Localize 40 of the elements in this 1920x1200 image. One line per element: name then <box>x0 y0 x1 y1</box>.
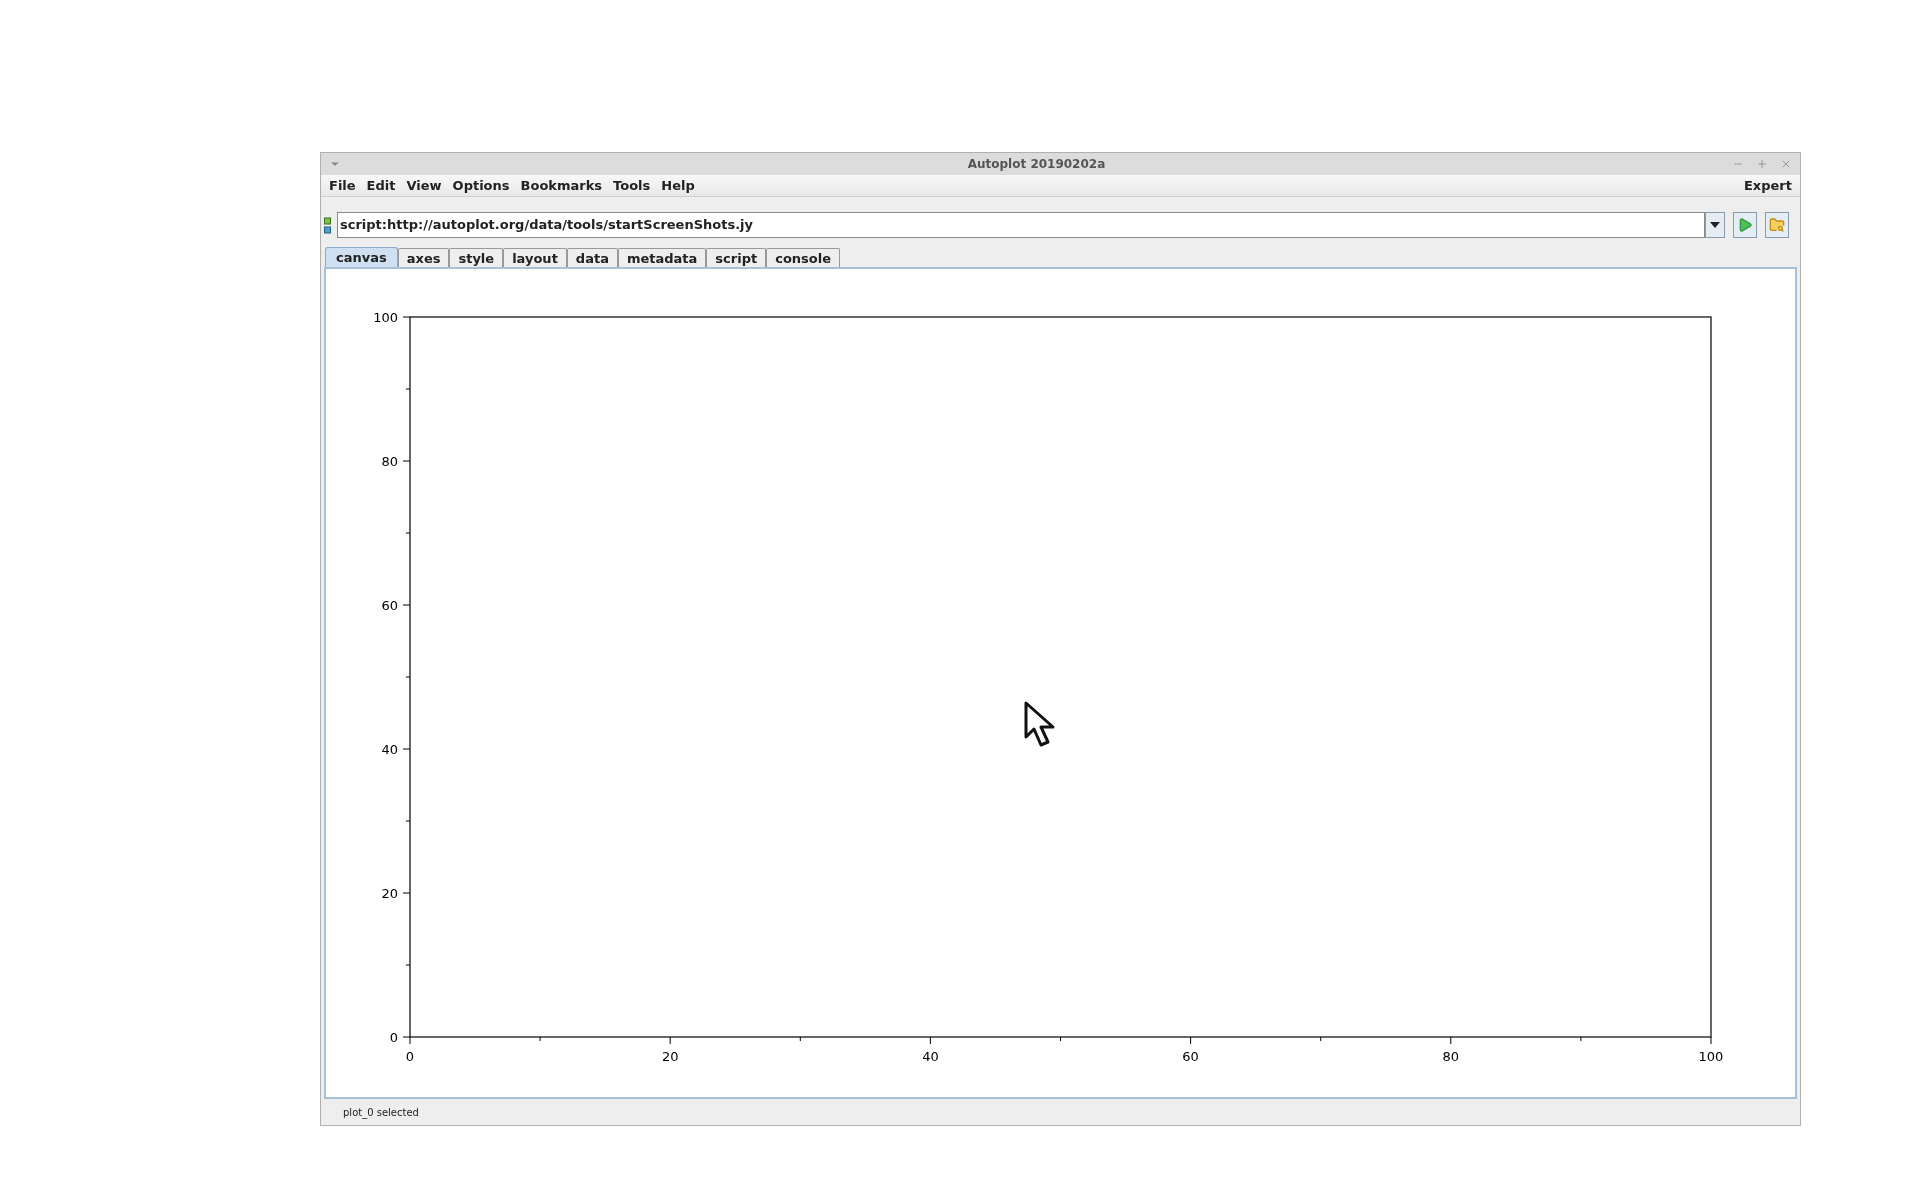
tab[interactable]: style <box>449 248 504 267</box>
close-icon[interactable] <box>1780 158 1792 170</box>
dropdown-button[interactable] <box>1705 212 1725 238</box>
caret-icon <box>1710 222 1720 228</box>
play-button[interactable] <box>1733 212 1757 238</box>
menu-item[interactable]: Bookmarks <box>520 175 603 196</box>
x-tick-label: 0 <box>405 1049 415 1064</box>
y-tick-label: 20 <box>381 886 398 901</box>
x-tick-label: 20 <box>661 1049 679 1064</box>
y-tick-label: 80 <box>381 454 398 469</box>
tab[interactable]: console <box>766 248 841 267</box>
menu-item[interactable]: Edit <box>366 175 396 196</box>
menu-item[interactable]: File <box>329 175 356 196</box>
x-tick-label: 100 <box>1698 1049 1724 1064</box>
menu-item[interactable]: Help <box>661 175 695 196</box>
tab[interactable]: data <box>566 248 618 267</box>
menu-item[interactable]: View <box>406 175 442 196</box>
tab[interactable]: script <box>706 248 767 267</box>
status-indicator-icon <box>324 216 331 234</box>
menu-item[interactable]: Options <box>452 175 510 196</box>
open-file-button[interactable] <box>1765 212 1789 238</box>
y-tick-label: 60 <box>381 598 398 613</box>
window-title: Autoplot 20190202a <box>967 156 1106 173</box>
y-tick-label: 0 <box>389 1030 398 1045</box>
status-text: plot_0 selected <box>343 1105 419 1120</box>
x-tick-label: 80 <box>1442 1049 1460 1064</box>
play-icon <box>1737 217 1753 233</box>
x-tick-label: 60 <box>1182 1049 1199 1064</box>
y-tick-label: 100 <box>373 310 398 325</box>
tab[interactable]: canvas <box>325 247 398 267</box>
menu-item[interactable]: Tools <box>613 175 651 196</box>
folder-search-icon <box>1769 217 1785 233</box>
y-tick-label: 40 <box>381 742 398 757</box>
menu-item[interactable]: Expert <box>1744 175 1792 196</box>
x-tick-label: 40 <box>922 1049 939 1064</box>
address-field[interactable]: script:http://autoplot.org/data/tools/startScreenShots.jy <box>337 212 1705 238</box>
maximize-icon[interactable] <box>1756 158 1768 170</box>
tab[interactable]: metadata <box>617 248 707 267</box>
tab[interactable]: axes <box>397 248 450 267</box>
tab[interactable]: layout <box>503 248 567 267</box>
